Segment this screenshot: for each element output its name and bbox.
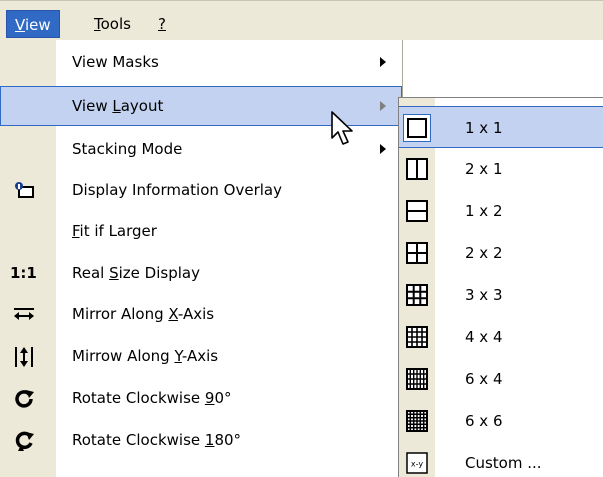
menu-help[interactable]: ?	[150, 10, 174, 38]
grid-1x2-icon	[406, 200, 428, 222]
menu-item-mirror-x-axis[interactable]: Mirror Along X-Axis	[0, 294, 402, 334]
menu-item-label: Stacking Mode	[72, 140, 183, 158]
menu-item-label: Mirrow Along Y-Axis	[72, 347, 219, 365]
mirror-vertical-icon	[12, 346, 36, 367]
submenu-arrow-icon	[380, 144, 386, 154]
submenu-item-2x1[interactable]: 2 x 1	[399, 148, 603, 190]
submenu-item-1x2[interactable]: 1 x 2	[399, 190, 603, 232]
menu-item-label: Display Information Overlay	[72, 181, 282, 199]
submenu-item-label: 2 x 2	[465, 244, 503, 262]
submenu-item-label: 1 x 1	[465, 119, 503, 137]
menu-view-mnemonic: V	[15, 16, 25, 34]
submenu-item-2x2[interactable]: 2 x 2	[399, 232, 603, 274]
submenu-item-3x3[interactable]: 3 x 3	[399, 274, 603, 316]
menu-item-fit-if-larger[interactable]: Fit if Larger	[0, 211, 402, 251]
menu-item-rotate-180[interactable]: Rotate Clockwise 180°	[0, 420, 402, 460]
menu-item-rotate-90[interactable]: Rotate Clockwise 90°	[0, 378, 402, 418]
submenu-item-label: 3 x 3	[465, 286, 503, 304]
submenu-item-label: 6 x 6	[465, 412, 503, 430]
menu-item-label: View Masks	[72, 53, 159, 71]
rotate-90-icon	[12, 388, 36, 408]
menu-item-view-masks[interactable]: View Masks	[0, 42, 402, 82]
menu-view-label-rest: iew	[24, 16, 51, 34]
menu-item-label: Mirror Along X-Axis	[72, 305, 215, 323]
submenu-item-label: 6 x 4	[465, 370, 503, 388]
svg-text:x-y: x-y	[411, 460, 423, 469]
submenu-item-6x4[interactable]: 6 x 4	[399, 358, 603, 400]
submenu-item-6x6[interactable]: 6 x 6	[399, 400, 603, 442]
submenu-item-1x1[interactable]: 1 x 1	[399, 106, 603, 148]
menu-item-real-size-display[interactable]: 1:1 Real Size Display	[0, 253, 402, 293]
menu-item-label: Rotate Clockwise 90°	[72, 389, 232, 407]
submenu-item-4x4[interactable]: 4 x 4	[399, 316, 603, 358]
custom-grid-icon: x-y	[406, 452, 428, 474]
menu-tools-mnemonic: T	[94, 15, 101, 33]
menu-tools-label-rest: ools	[100, 15, 131, 33]
menu-help-label: ?	[158, 15, 166, 33]
menu-bar: View Tools ?	[0, 0, 603, 40]
menu-item-label: View Layout	[72, 97, 164, 115]
menu-item-mirror-y-axis[interactable]: Mirrow Along Y-Axis	[0, 336, 402, 376]
menu-item-label: Rotate Clockwise 180°	[72, 431, 242, 449]
menu-item-label: Fit if Larger	[72, 222, 157, 240]
submenu-item-label: 1 x 2	[465, 202, 503, 220]
submenu-item-label: 2 x 1	[465, 160, 503, 178]
real-size-icon: 1:1	[10, 264, 37, 282]
submenu-item-custom[interactable]: x-y Custom ...	[399, 442, 603, 477]
mirror-horizontal-icon	[12, 304, 36, 324]
grid-1x1-icon	[403, 114, 431, 142]
grid-2x2-icon	[406, 242, 428, 264]
submenu-item-label: Custom ...	[465, 454, 542, 472]
grid-2x1-icon	[406, 158, 428, 180]
submenu-item-label: 4 x 4	[465, 328, 503, 346]
menu-view[interactable]: View	[6, 10, 60, 38]
grid-3x3-icon	[406, 284, 428, 306]
menu-tools[interactable]: Tools	[86, 10, 139, 38]
submenu-arrow-icon	[380, 101, 386, 111]
view-layout-submenu: 1 x 1 2 x 1 1 x 2 2 x 2 3 x 3 4 x 4 6 x …	[398, 97, 603, 477]
view-menu: View Masks View Layout Stacking Mode Dis…	[0, 40, 403, 477]
rotate-180-icon	[12, 430, 36, 451]
submenu-arrow-icon	[380, 57, 386, 67]
grid-6x6-icon	[406, 410, 428, 432]
menu-item-label: Real Size Display	[72, 264, 200, 282]
grid-6x4-icon	[406, 368, 428, 390]
info-overlay-icon	[12, 180, 36, 200]
grid-4x4-icon	[406, 326, 428, 348]
mouse-pointer-icon	[331, 111, 353, 145]
menu-item-display-information-overlay[interactable]: Display Information Overlay	[0, 170, 402, 210]
